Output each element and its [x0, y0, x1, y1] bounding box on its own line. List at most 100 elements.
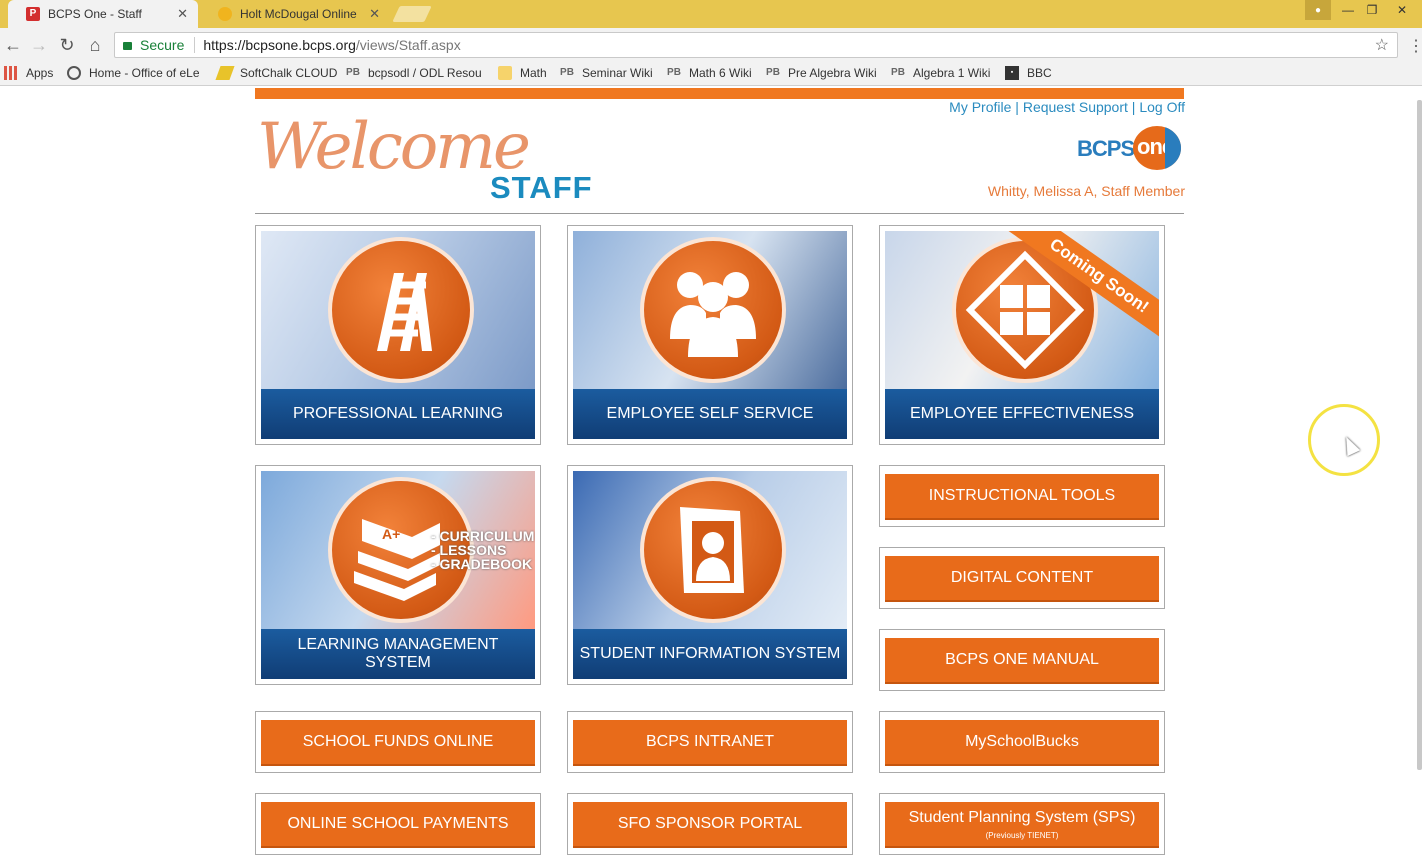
- tab-holt-mcdougal[interactable]: Holt McDougal Online ✕: [200, 0, 390, 28]
- bookmarks-bar: Apps Home - Office of eLe SoftChalk CLOU…: [0, 62, 1422, 86]
- bcps-intranet-tile: BCPS INTRANET: [567, 711, 853, 773]
- logo-one-text: one: [1137, 134, 1174, 159]
- bcps-one-manual-button[interactable]: BCPS ONE MANUAL: [885, 638, 1159, 684]
- bookmark-label: bcpsodl / ODL Resou: [368, 66, 482, 80]
- lms-feature-item: - CURRICULUM: [431, 528, 535, 544]
- secure-label: Secure: [140, 37, 185, 53]
- tile-learning-management-system[interactable]: A+ - CURRICULUM - LESSONS - GRADEBOOK LE…: [255, 465, 541, 685]
- user-name: Whitty, Melissa A, Staff Member: [987, 183, 1185, 199]
- tile-caption: EMPLOYEE EFFECTIVENESS: [885, 389, 1159, 439]
- online-school-payments-button[interactable]: ONLINE SCHOOL PAYMENTS: [261, 802, 535, 848]
- bcps-intranet-button[interactable]: BCPS INTRANET: [573, 720, 847, 766]
- tile-photo: Coming Soon!: [885, 231, 1159, 389]
- tile-caption: STUDENT INFORMATION SYSTEM: [573, 629, 847, 679]
- tab-close-icon[interactable]: ✕: [369, 6, 380, 22]
- bookmark-algebra-1-wiki[interactable]: PB Algebra 1 Wiki: [891, 66, 990, 80]
- bcps-one-logo: BCPS one: [1077, 126, 1185, 172]
- bookmark-label: BBC: [1027, 66, 1052, 80]
- browser-toolbar: ← → ↻ ⌂ Secure https://bcpsone.bcps.org …: [0, 28, 1422, 62]
- bookmark-pre-algebra-wiki[interactable]: PB Pre Algebra Wiki: [766, 66, 877, 80]
- pb-icon: PB: [560, 67, 574, 78]
- pinterest-favicon-icon: P: [26, 7, 40, 21]
- sfo-sponsor-portal-tile: SFO SPONSOR PORTAL: [567, 793, 853, 855]
- reload-icon[interactable]: ↻: [56, 34, 78, 56]
- button-label: BCPS INTRANET: [645, 733, 774, 750]
- tab-strip: P BCPS One - Staff ✕ Holt McDougal Onlin…: [0, 0, 1422, 28]
- tile-professional-learning[interactable]: PROFESSIONAL LEARNING: [255, 225, 541, 445]
- bookmark-star-icon[interactable]: ☆: [1375, 35, 1389, 55]
- bookmark-bcpsodl[interactable]: PB bcpsodl / ODL Resou: [346, 66, 482, 80]
- request-support-link[interactable]: Request Support: [1023, 99, 1128, 115]
- menu-icon[interactable]: ⋮: [1408, 36, 1422, 56]
- lms-feature-item: - GRADEBOOK: [431, 556, 533, 572]
- back-arrow-icon[interactable]: ←: [2, 34, 24, 56]
- tile-photo: [261, 231, 535, 389]
- tile-employee-self-service[interactable]: EMPLOYEE SELF SERVICE: [567, 225, 853, 445]
- tab-title: Holt McDougal Online: [240, 7, 357, 21]
- bookmark-home-office[interactable]: Home - Office of eLe: [67, 66, 200, 80]
- bookmark-label: Seminar Wiki: [582, 66, 653, 80]
- globe-icon: [67, 66, 81, 80]
- my-profile-link[interactable]: My Profile: [949, 99, 1011, 115]
- minimize-icon[interactable]: —: [1338, 0, 1358, 20]
- tile-caption: EMPLOYEE SELF SERVICE: [573, 389, 847, 439]
- tile-employee-effectiveness[interactable]: Coming Soon! EMPLOYEE EFFECTIVENESS: [879, 225, 1165, 445]
- holt-favicon-icon: [218, 7, 232, 21]
- divider: [194, 37, 196, 53]
- log-off-link[interactable]: Log Off: [1139, 99, 1185, 115]
- ladder-icon: [377, 273, 432, 351]
- home-icon[interactable]: ⌂: [84, 34, 106, 56]
- profile-icon[interactable]: ●: [1305, 0, 1331, 20]
- bookmark-label: Math 6 Wiki: [689, 66, 752, 80]
- apps-icon: [4, 66, 18, 80]
- tile-photo: [573, 471, 847, 629]
- student-planning-system-tile: Student Planning System (SPS) (Previousl…: [879, 793, 1165, 855]
- bookmark-math-6-wiki[interactable]: PB Math 6 Wiki: [667, 66, 752, 80]
- logo-bcps-text: BCPS: [1077, 136, 1135, 161]
- sfo-sponsor-portal-button[interactable]: SFO SPONSOR PORTAL: [573, 802, 847, 848]
- tab-bcps-one-staff[interactable]: P BCPS One - Staff ✕: [8, 0, 198, 28]
- people-icon: [670, 272, 756, 357]
- bookmark-seminar-wiki[interactable]: PB Seminar Wiki: [560, 66, 653, 80]
- instructional-tools-button[interactable]: INSTRUCTIONAL TOOLS: [885, 474, 1159, 520]
- tile-student-information-system[interactable]: STUDENT INFORMATION SYSTEM: [567, 465, 853, 685]
- url-host: https://bcpsone.bcps.org: [203, 37, 356, 53]
- instructional-tools-tile: INSTRUCTIONAL TOOLS: [879, 465, 1165, 527]
- link-separator: |: [1011, 99, 1023, 115]
- pb-icon: PB: [667, 67, 681, 78]
- address-bar[interactable]: Secure https://bcpsone.bcps.org /views/S…: [114, 32, 1398, 58]
- button-label: MySchoolBucks: [965, 733, 1079, 750]
- window-close-icon[interactable]: ✕: [1390, 0, 1414, 20]
- bookmark-label: Math: [520, 66, 547, 80]
- myschoolbucks-button[interactable]: MySchoolBucks: [885, 720, 1159, 766]
- student-planning-system-button[interactable]: Student Planning System (SPS) (Previousl…: [885, 802, 1159, 848]
- restore-icon[interactable]: ❐: [1362, 0, 1382, 20]
- pb-icon: PB: [346, 67, 360, 78]
- bookmark-bbc[interactable]: ▪ BBC: [1005, 66, 1052, 80]
- bookmark-label: Home - Office of eLe: [89, 66, 200, 80]
- new-tab-button[interactable]: [392, 6, 432, 22]
- bookmark-label: Algebra 1 Wiki: [913, 66, 991, 80]
- tab-close-icon[interactable]: ✕: [177, 6, 188, 22]
- bookmark-softchalk[interactable]: SoftChalk CLOUD: [215, 66, 338, 80]
- bcps-one-manual-tile: BCPS ONE MANUAL: [879, 629, 1165, 691]
- page-scrollbar[interactable]: [1417, 100, 1422, 770]
- header-divider: [255, 213, 1184, 214]
- tab-title: BCPS One - Staff: [48, 7, 142, 21]
- bookmark-label: SoftChalk CLOUD: [240, 66, 338, 80]
- tile-caption: PROFESSIONAL LEARNING: [261, 389, 535, 439]
- button-label: ONLINE SCHOOL PAYMENTS: [287, 815, 509, 832]
- digital-content-button[interactable]: DIGITAL CONTENT: [885, 556, 1159, 602]
- forward-arrow-icon[interactable]: →: [28, 34, 50, 56]
- pb-icon: PB: [766, 67, 780, 78]
- bbc-icon: ▪: [1005, 66, 1019, 80]
- school-funds-online-button[interactable]: SCHOOL FUNDS ONLINE: [261, 720, 535, 766]
- bookmark-math[interactable]: Math: [498, 66, 547, 80]
- digital-content-tile: DIGITAL CONTENT: [879, 547, 1165, 609]
- button-sublabel: (Previously TIENET): [985, 830, 1059, 840]
- lms-feature-list: - CURRICULUM - LESSONS - GRADEBOOK: [431, 529, 534, 571]
- tile-photo: [573, 231, 847, 389]
- bookmark-apps[interactable]: Apps: [4, 66, 53, 80]
- url-path: /views/Staff.aspx: [355, 37, 461, 53]
- tile-circle: [640, 477, 786, 623]
